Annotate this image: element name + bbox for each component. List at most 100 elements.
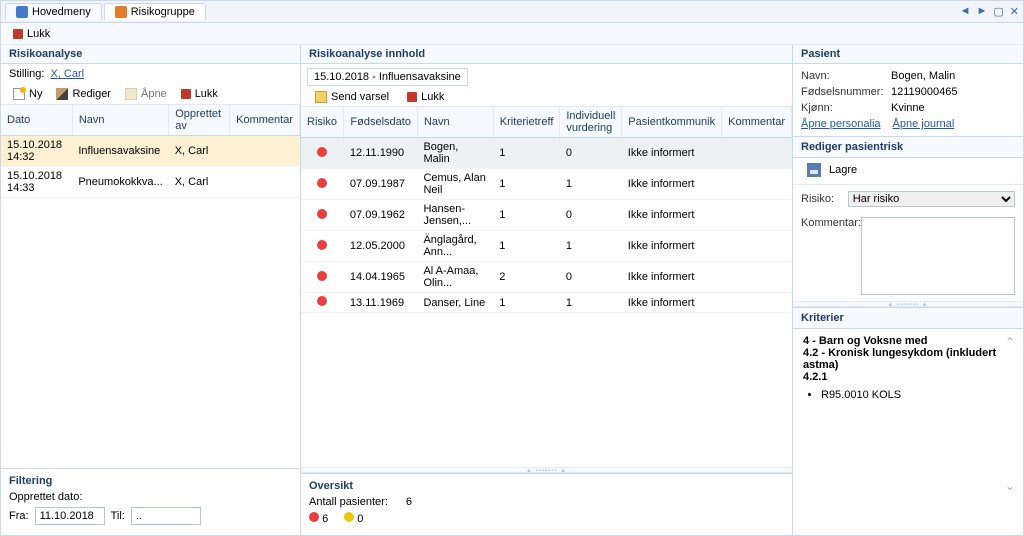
cell-fd: 07.09.1987 xyxy=(344,169,418,200)
cell-opprettet: X, Carl xyxy=(169,167,230,198)
kommentar-label: Kommentar: xyxy=(801,217,861,229)
lagre-button[interactable]: Lagre xyxy=(801,162,863,178)
cell-navn: Al A-Amaa, Olin... xyxy=(417,262,493,293)
close-button[interactable]: Lukk xyxy=(7,27,56,41)
mail-icon xyxy=(315,91,327,103)
cell-fd: 14.04.1965 xyxy=(344,262,418,293)
patients-table: Risiko Fødselsdato Navn Kriterietreff In… xyxy=(301,107,792,313)
cell-fd: 13.11.1969 xyxy=(344,293,418,313)
cell-fd: 12.11.1990 xyxy=(344,138,418,169)
col-risiko[interactable]: Risiko xyxy=(301,107,344,138)
table-row[interactable]: 14.04.1965Al A-Amaa, Olin...20Ikke infor… xyxy=(301,262,792,293)
lagre-label: Lagre xyxy=(829,164,857,176)
col-kommentar[interactable]: Kommentar xyxy=(230,105,300,136)
new-button[interactable]: Ny xyxy=(7,87,48,101)
kriterie-line2: 4.2 - Kronisk lungesykdom (inkludert ast… xyxy=(803,347,996,371)
close-button-label: Lukk xyxy=(27,28,50,40)
yellow-count: 0 xyxy=(357,513,363,525)
tab-hovedmeny-label: Hovedmeny xyxy=(32,6,91,18)
cell-navn: Influensavaksine xyxy=(72,136,168,167)
til-label: Til: xyxy=(111,510,125,522)
table-row[interactable]: 13.11.1969Danser, Line11Ikke informert xyxy=(301,293,792,313)
cell-dato: 15.10.2018 14:33 xyxy=(1,167,72,198)
home-icon xyxy=(16,6,28,18)
apne-personalia-link[interactable]: Åpne personalia xyxy=(801,118,881,130)
stilling-label: Stilling: xyxy=(9,68,44,80)
nav-forward-icon[interactable]: ► xyxy=(976,5,987,18)
col-pasientkomm[interactable]: Pasientkommunik xyxy=(622,107,722,138)
cell-kommentar xyxy=(230,167,300,198)
kriterie-line3: 4.2.1 xyxy=(803,371,827,383)
col-dato[interactable]: Dato xyxy=(1,105,72,136)
risiko-select[interactable]: Har risiko xyxy=(848,191,1015,207)
col-navn[interactable]: Navn xyxy=(72,105,168,136)
save-icon xyxy=(807,163,821,177)
left-title: Risikoanalyse xyxy=(1,45,300,64)
close-analysis-button[interactable]: Lukk xyxy=(175,87,224,101)
open-button[interactable]: Åpne xyxy=(119,87,173,101)
cell-opprettet: X, Carl xyxy=(169,136,230,167)
table-row[interactable]: 15.10.2018 14:33 Pneumokokkva... X, Carl xyxy=(1,167,300,198)
tab-hovedmeny[interactable]: Hovedmeny xyxy=(5,3,102,20)
close-icon[interactable]: ✕ xyxy=(1010,5,1019,18)
red-dot-icon xyxy=(317,271,327,281)
cell-kommentar xyxy=(230,136,300,167)
cell-iv: 0 xyxy=(560,262,622,293)
scroll-down-icon[interactable]: ⌄ xyxy=(1005,479,1015,493)
til-input[interactable] xyxy=(131,507,201,525)
nav-back-icon[interactable]: ◄ xyxy=(960,5,971,18)
cell-fd: 12.05.2000 xyxy=(344,231,418,262)
cell-pk: Ikke informert xyxy=(622,231,722,262)
window-controls: ◄ ► ▢ ✕ xyxy=(960,5,1019,18)
fnr-value: 12119000465 xyxy=(891,86,957,98)
table-row[interactable]: 07.09.1987Cemus, Alan Neil11Ikke informe… xyxy=(301,169,792,200)
kriterier-title: Kriterier xyxy=(793,307,1023,329)
col-fodselsdato[interactable]: Fødselsdato xyxy=(344,107,418,138)
cell-navn: Pneumokokkva... xyxy=(72,167,168,198)
new-icon xyxy=(13,88,25,100)
stop-icon xyxy=(181,89,191,99)
mid-title: Risikoanalyse innhold xyxy=(301,45,792,64)
red-dot-icon xyxy=(317,147,327,157)
cell-kt: 1 xyxy=(493,293,560,313)
fra-input[interactable] xyxy=(35,507,105,525)
close-content-button[interactable]: Lukk xyxy=(401,90,450,104)
maximize-icon[interactable]: ▢ xyxy=(993,5,1003,18)
stilling-link[interactable]: X, Carl xyxy=(50,68,84,80)
scroll-up-icon[interactable]: ⌃ xyxy=(1005,335,1015,349)
cell-iv: 1 xyxy=(560,293,622,313)
cell-komm xyxy=(722,200,792,231)
tab-risikogruppe[interactable]: Risikogruppe xyxy=(104,3,206,20)
red-dot-icon xyxy=(317,240,327,250)
col-navn[interactable]: Navn xyxy=(417,107,493,138)
cell-komm xyxy=(722,262,792,293)
rediger-title: Rediger pasientrisk xyxy=(793,136,1023,158)
table-row[interactable]: 12.05.2000Änglagård, Ann...11Ikke inform… xyxy=(301,231,792,262)
col-opprettet[interactable]: Opprettet av xyxy=(169,105,230,136)
navn-value: Bogen, Malin xyxy=(891,70,955,82)
cell-komm xyxy=(722,169,792,200)
table-row[interactable]: 07.09.1962Hansen-Jensen,...10Ikke inform… xyxy=(301,200,792,231)
col-kriterietreff[interactable]: Kriterietreff xyxy=(493,107,560,138)
stop-icon xyxy=(13,29,23,39)
col-kommentar[interactable]: Kommentar xyxy=(722,107,792,138)
apne-journal-link[interactable]: Åpne journal xyxy=(893,118,955,130)
mid-subtitle: 15.10.2018 - Influensavaksine xyxy=(307,68,468,86)
kommentar-textarea[interactable] xyxy=(861,217,1015,295)
edit-button[interactable]: Rediger xyxy=(50,87,117,101)
antall-label: Antall pasienter: xyxy=(309,496,388,508)
col-individuell[interactable]: Individuell vurdering xyxy=(560,107,622,138)
cell-navn: Hansen-Jensen,... xyxy=(417,200,493,231)
cell-navn: Cemus, Alan Neil xyxy=(417,169,493,200)
cell-iv: 1 xyxy=(560,169,622,200)
cell-pk: Ikke informert xyxy=(622,138,722,169)
cell-kt: 1 xyxy=(493,200,560,231)
send-varsel-button[interactable]: Send varsel xyxy=(309,90,395,104)
cell-navn: Bogen, Malin xyxy=(417,138,493,169)
table-row[interactable]: 12.11.1990Bogen, Malin10Ikke informert xyxy=(301,138,792,169)
table-row[interactable]: 15.10.2018 14:32 Influensavaksine X, Car… xyxy=(1,136,300,167)
opprettet-label: Opprettet dato: xyxy=(9,491,292,503)
red-dot-icon xyxy=(317,178,327,188)
cell-pk: Ikke informert xyxy=(622,200,722,231)
kriterie-line1: 4 - Barn og Voksne med xyxy=(803,335,928,347)
